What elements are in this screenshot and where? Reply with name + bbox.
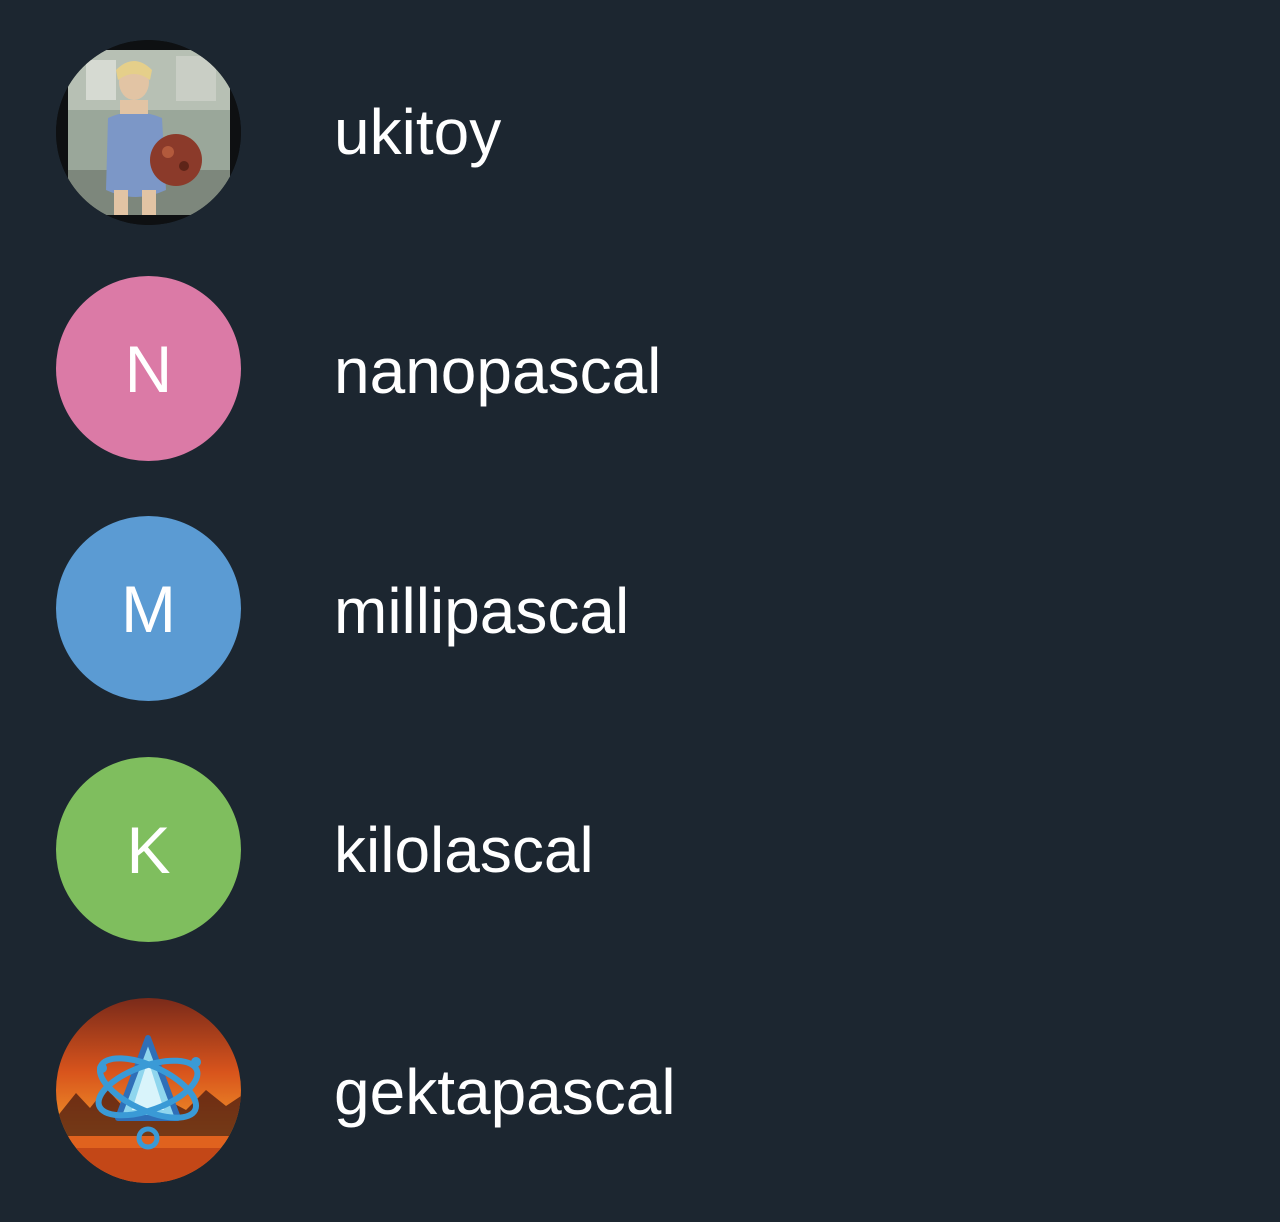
avatar-initial: K (126, 812, 171, 887)
avatar: N (56, 276, 241, 461)
contact-item-kilolascal[interactable]: K kilolascal (0, 728, 1280, 968)
contact-name: kilolascal (334, 814, 594, 886)
avatar: K (56, 757, 241, 942)
contact-item-ukitoy[interactable]: ukitoy (0, 6, 1280, 246)
contact-list: ukitoy N nanopascal M millipascal K kilo… (0, 0, 1280, 1222)
avatar: M (56, 516, 241, 701)
contact-name: nanopascal (334, 335, 662, 407)
avatar (56, 998, 241, 1183)
emblem-photo-icon (56, 998, 241, 1183)
contact-item-gektapascal[interactable]: gektapascal (0, 968, 1280, 1208)
user-photo-icon (56, 40, 241, 225)
contact-item-millipascal[interactable]: M millipascal (0, 487, 1280, 727)
avatar-initial: M (121, 571, 176, 646)
avatar-initial: N (124, 331, 173, 406)
contact-name: ukitoy (334, 96, 502, 168)
contact-name: millipascal (334, 575, 630, 647)
avatar (56, 40, 241, 225)
contact-name: gektapascal (334, 1056, 676, 1128)
contact-item-nanopascal[interactable]: N nanopascal (0, 247, 1280, 487)
